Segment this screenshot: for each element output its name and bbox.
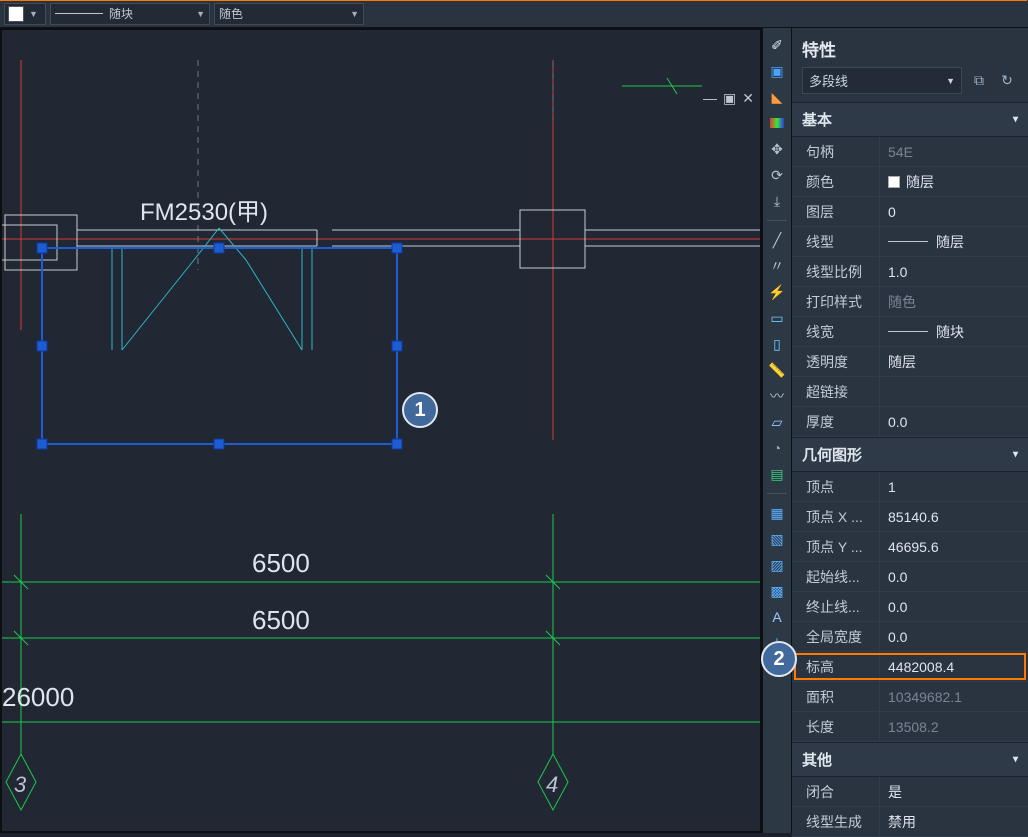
layer4-icon[interactable]: ▩	[766, 580, 788, 602]
export-icon[interactable]: ⤓	[766, 190, 788, 212]
prop-color-value[interactable]: 随层	[880, 167, 1028, 196]
curve-icon[interactable]: 〰	[766, 385, 788, 407]
prop-vy-label: 顶点 Y ...	[792, 532, 880, 561]
top-toolbar: ▼ 随块 ▼ 随色 ▼	[0, 0, 1028, 28]
prop-vx-value[interactable]: 85140.6	[880, 502, 1028, 531]
layer2-icon[interactable]: ▧	[766, 528, 788, 550]
layer1-icon[interactable]: ▦	[766, 502, 788, 524]
mirror-icon[interactable]: ◣	[766, 86, 788, 108]
properties-panel: 特性 多段线 ▼ ⧉ ↻ 基本 ▾ 句柄54E 颜色随层 图层0 线型随层 线型…	[792, 28, 1028, 833]
rotate-icon[interactable]: ⟳	[766, 164, 788, 186]
prop-transparency-label: 透明度	[792, 347, 880, 376]
panel-title: 特性	[802, 36, 836, 61]
prop-lineweight-value[interactable]: 随块	[880, 317, 1028, 346]
pick-object-icon[interactable]: ↻	[996, 70, 1018, 92]
prop-endw-value[interactable]: 0.0	[880, 592, 1028, 621]
prop-transparency-value[interactable]: 随层	[880, 347, 1028, 376]
prop-plotstyle-label: 打印样式	[792, 287, 880, 316]
annotation-bubble-2: 2	[761, 641, 797, 677]
prop-hyperlink-value[interactable]	[880, 377, 1028, 406]
prop-thickness-label: 厚度	[792, 407, 880, 436]
svg-text:3: 3	[14, 772, 27, 797]
section-basic[interactable]: 基本 ▾	[792, 102, 1028, 137]
maximize-icon[interactable]: ▣	[723, 90, 736, 107]
prop-plotstyle-value: 随色	[880, 287, 1028, 316]
prop-ltscale-label: 线型比例	[792, 257, 880, 286]
prop-linetype-value[interactable]: 随层	[880, 227, 1028, 256]
close-icon[interactable]: ✕	[742, 90, 754, 107]
prop-vy-value[interactable]: 46695.6	[880, 532, 1028, 561]
door-label: FM2530(甲)	[140, 199, 268, 226]
prop-area-value: 10349682.1	[880, 682, 1028, 711]
svg-text:26000: 26000	[2, 682, 74, 712]
select-icon[interactable]: ▣	[766, 60, 788, 82]
move-icon[interactable]: ✥	[766, 138, 788, 160]
prop-hyperlink-label: 超链接	[792, 377, 880, 406]
layer3-icon[interactable]: ▨	[766, 554, 788, 576]
bolt-icon[interactable]: ⚡	[766, 281, 788, 303]
viewport-window-controls: — ▣ ✕	[703, 90, 754, 107]
svg-text:6500: 6500	[252, 605, 310, 635]
prop-startw-label: 起始线...	[792, 562, 880, 591]
color-label: 随色	[219, 5, 243, 22]
prop-length-label: 长度	[792, 712, 880, 741]
rect2-icon[interactable]: ▯	[766, 333, 788, 355]
prop-vx-label: 顶点 X ...	[792, 502, 880, 531]
prop-vertex-value[interactable]: 1	[880, 472, 1028, 501]
prop-endw-label: 终止线...	[792, 592, 880, 621]
section-geometry[interactable]: 几何图形 ▾	[792, 437, 1028, 472]
prop-linetype-label: 线型	[792, 227, 880, 256]
annotation-bubble-1: 1	[402, 392, 438, 428]
prop-ltscale-value[interactable]: 1.0	[880, 257, 1028, 286]
linetype-dropdown[interactable]: 随块 ▼	[50, 3, 210, 25]
object-type-select[interactable]: 多段线 ▼	[802, 67, 962, 94]
linetype-label: 随块	[109, 5, 133, 22]
prop-vertex-label: 顶点	[792, 472, 880, 501]
prop-thickness-value[interactable]: 0.0	[880, 407, 1028, 436]
prop-layer-label: 图层	[792, 197, 880, 226]
section-other[interactable]: 其他 ▾	[792, 742, 1028, 777]
dropdown-1[interactable]: ▼	[4, 3, 46, 25]
prop-elev-label: 标高	[792, 652, 880, 681]
text-icon[interactable]: A	[766, 606, 788, 628]
point-icon[interactable]: ◔	[766, 437, 788, 459]
prop-ltgen-value[interactable]: 禁用	[880, 807, 1028, 836]
line-icon[interactable]: ╱	[766, 229, 788, 251]
prop-startw-value[interactable]: 0.0	[880, 562, 1028, 591]
svg-text:6500: 6500	[252, 548, 310, 578]
svg-text:4: 4	[546, 772, 558, 797]
prop-closed-value[interactable]: 是	[880, 777, 1028, 806]
vertical-toolbar: ✐ ▣ ◣ ✥ ⟳ ⤓ ╱ 〃 ⚡ ▭ ▯ 📏 〰 ▱ ◔ ▤ ▦ ▧ ▨ ▩ …	[762, 28, 792, 833]
palette-icon[interactable]	[766, 112, 788, 134]
prop-layer-value[interactable]: 0	[880, 197, 1028, 226]
drawing-svg: FM2530(甲) 6500 6500 26000 3 4	[2, 30, 762, 830]
prop-ltgen-label: 线型生成	[792, 807, 880, 836]
rect-icon[interactable]: ▭	[766, 307, 788, 329]
prop-area-label: 面积	[792, 682, 880, 711]
prop-globalw-value[interactable]: 0.0	[880, 622, 1028, 651]
measure-icon[interactable]: 📏	[766, 359, 788, 381]
prop-length-value: 13508.2	[880, 712, 1028, 741]
quick-select-icon[interactable]: ⧉	[968, 70, 990, 92]
minimize-icon[interactable]: —	[703, 90, 717, 107]
eraser-icon[interactable]: ✐	[766, 34, 788, 56]
prop-color-label: 颜色	[792, 167, 880, 196]
prop-elev-value[interactable]: 4482008.4	[880, 652, 1028, 681]
prop-closed-label: 闭合	[792, 777, 880, 806]
prop-handle-label: 句柄	[792, 137, 880, 166]
prop-handle-value: 54E	[880, 137, 1028, 166]
erase2-icon[interactable]: 〃	[766, 255, 788, 277]
props-icon[interactable]: ▤	[766, 463, 788, 485]
area-icon[interactable]: ▱	[766, 411, 788, 433]
prop-globalw-label: 全局宽度	[792, 622, 880, 651]
color-dropdown[interactable]: 随色 ▼	[214, 3, 364, 25]
prop-lineweight-label: 线宽	[792, 317, 880, 346]
drawing-canvas[interactable]: FM2530(甲) 6500 6500 26000 3 4 — ▣ ✕ 1	[0, 28, 762, 833]
